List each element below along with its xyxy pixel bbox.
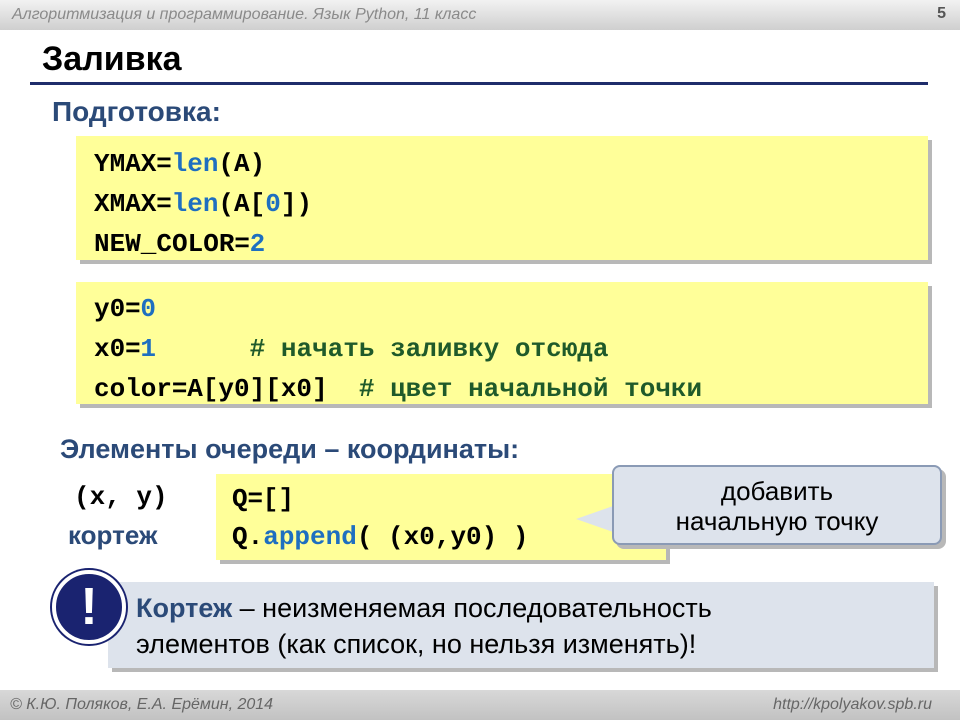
- prep-heading: Подготовка:: [52, 96, 221, 127]
- page-number: 5: [937, 5, 946, 22]
- slide-title: Заливка: [42, 40, 182, 78]
- note-line: Кортеж – неизменяемая последовательность: [136, 593, 712, 623]
- code-block-prep: YMAX=len(A) XMAX=len(A[0]) NEW_COLOR=2: [76, 136, 928, 260]
- code-line: NEW_COLOR=2: [94, 227, 266, 259]
- callout-line: добавить: [720, 476, 834, 506]
- course-title: Алгоритмизация и программирование. Язык …: [12, 6, 477, 23]
- code-line: x0=1 # начать заливку отсюда: [94, 332, 609, 364]
- code-block-start: y0=0 x0=1 # начать заливку отсюда color=…: [76, 282, 928, 404]
- site-link[interactable]: http://kpolyakov.spb.ru: [773, 696, 932, 714]
- note-line: элементов (как список, но нельзя изменят…: [136, 629, 697, 659]
- tuple-word: кортеж: [68, 520, 158, 550]
- callout-pointer: [576, 505, 616, 533]
- tuple-example: (x, y): [74, 482, 168, 512]
- exclamation-icon: !: [52, 570, 126, 644]
- tuple-definition-note: Кортеж – неизменяемая последовательность…: [108, 582, 934, 668]
- callout-line: начальную точку: [675, 506, 879, 536]
- slide-footer: © К.Ю. Поляков, Е.А. Ерёмин, 2014 http:/…: [0, 690, 960, 720]
- code-line: YMAX=len(A): [94, 147, 266, 179]
- code-line: color=A[y0][x0] # цвет начальной точки: [94, 372, 703, 404]
- code-line: XMAX=len(A[0]): [94, 187, 313, 219]
- copyright: © К.Ю. Поляков, Е.А. Ерёмин, 2014: [10, 696, 274, 713]
- slide-header: Алгоритмизация и программирование. Язык …: [0, 0, 960, 30]
- code-line: y0=0: [94, 292, 157, 324]
- callout-add-start-point: добавить начальную точку: [612, 465, 942, 545]
- title-underline: [30, 82, 928, 85]
- queue-heading: Элементы очереди – координаты:: [60, 434, 520, 464]
